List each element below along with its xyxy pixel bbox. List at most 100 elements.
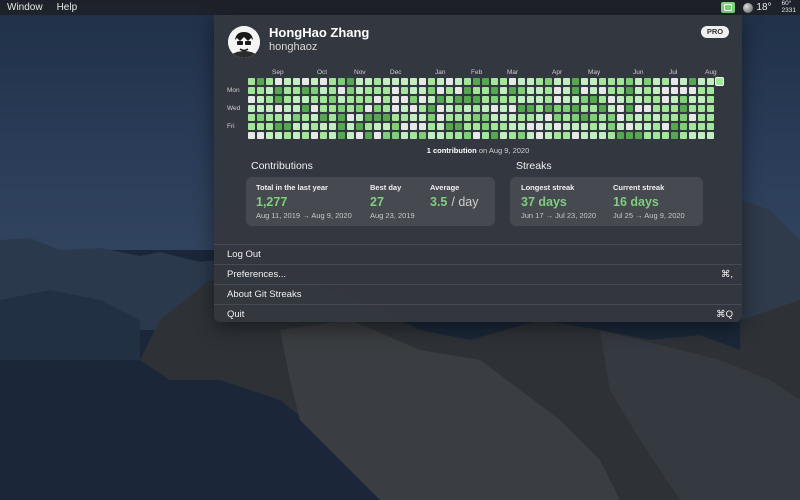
- contribution-day-cell[interactable]: [437, 114, 444, 121]
- contribution-day-cell[interactable]: [374, 87, 381, 94]
- contribution-day-cell[interactable]: [419, 105, 426, 112]
- contribution-day-cell[interactable]: [662, 105, 669, 112]
- contribution-day-cell[interactable]: [329, 96, 336, 103]
- menu-item-about[interactable]: About Git Streaks: [214, 284, 742, 303]
- contribution-day-cell[interactable]: [680, 123, 687, 130]
- contribution-day-cell[interactable]: [365, 114, 372, 121]
- contribution-day-cell[interactable]: [626, 114, 633, 121]
- contribution-day-cell[interactable]: [257, 105, 264, 112]
- contribution-day-cell[interactable]: [500, 87, 507, 94]
- contribution-day-cell[interactable]: [329, 78, 336, 85]
- contribution-day-cell[interactable]: [671, 87, 678, 94]
- contribution-day-cell[interactable]: [545, 78, 552, 85]
- contribution-day-cell[interactable]: [338, 78, 345, 85]
- contribution-day-cell[interactable]: [356, 105, 363, 112]
- contribution-day-cell[interactable]: [293, 96, 300, 103]
- contribution-day-cell[interactable]: [338, 96, 345, 103]
- contribution-day-cell[interactable]: [338, 132, 345, 139]
- contribution-day-cell[interactable]: [599, 105, 606, 112]
- contribution-day-cell[interactable]: [554, 123, 561, 130]
- contribution-day-cell[interactable]: [455, 87, 462, 94]
- contribution-day-cell[interactable]: [275, 87, 282, 94]
- contribution-day-cell[interactable]: [509, 96, 516, 103]
- contribution-day-cell[interactable]: [518, 105, 525, 112]
- contribution-day-cell[interactable]: [473, 105, 480, 112]
- contribution-day-cell[interactable]: [401, 132, 408, 139]
- contribution-day-cell[interactable]: [581, 78, 588, 85]
- contribution-day-cell[interactable]: [635, 78, 642, 85]
- contribution-day-cell[interactable]: [500, 123, 507, 130]
- contribution-day-cell[interactable]: [248, 87, 255, 94]
- contribution-day-cell[interactable]: [392, 87, 399, 94]
- contribution-day-cell[interactable]: [500, 96, 507, 103]
- contribution-day-cell[interactable]: [563, 105, 570, 112]
- contribution-day-cell[interactable]: [428, 123, 435, 130]
- contribution-day-cell[interactable]: [365, 132, 372, 139]
- contribution-day-cell[interactable]: [527, 96, 534, 103]
- contribution-day-cell[interactable]: [545, 132, 552, 139]
- contribution-day-cell[interactable]: [302, 123, 309, 130]
- contribution-day-cell[interactable]: [653, 78, 660, 85]
- contribution-day-cell[interactable]: [662, 132, 669, 139]
- contribution-day-cell[interactable]: [473, 78, 480, 85]
- contribution-day-cell[interactable]: [653, 123, 660, 130]
- contribution-day-cell[interactable]: [266, 105, 273, 112]
- contribution-day-cell[interactable]: [482, 96, 489, 103]
- contribution-day-cell[interactable]: [383, 123, 390, 130]
- contribution-day-cell[interactable]: [500, 78, 507, 85]
- contribution-day-cell[interactable]: [293, 87, 300, 94]
- contribution-day-cell[interactable]: [356, 132, 363, 139]
- contribution-day-cell[interactable]: [545, 114, 552, 121]
- contribution-day-cell[interactable]: [608, 132, 615, 139]
- contribution-day-cell[interactable]: [392, 105, 399, 112]
- contribution-day-cell[interactable]: [473, 114, 480, 121]
- contribution-day-cell[interactable]: [437, 123, 444, 130]
- contribution-day-cell[interactable]: [482, 105, 489, 112]
- contribution-day-cell[interactable]: [257, 114, 264, 121]
- contribution-day-cell[interactable]: [419, 123, 426, 130]
- contribution-day-cell[interactable]: [536, 87, 543, 94]
- contribution-day-cell[interactable]: [428, 132, 435, 139]
- contribution-day-cell[interactable]: [365, 105, 372, 112]
- contribution-day-cell[interactable]: [275, 123, 282, 130]
- menu-item-quit[interactable]: Quit ⌘Q: [214, 304, 742, 323]
- contribution-day-cell[interactable]: [509, 87, 516, 94]
- contribution-day-cell[interactable]: [536, 132, 543, 139]
- contribution-day-cell[interactable]: [608, 105, 615, 112]
- contribution-day-cell[interactable]: [527, 123, 534, 130]
- contribution-day-cell[interactable]: [275, 96, 282, 103]
- contribution-day-cell[interactable]: [311, 123, 318, 130]
- contribution-day-cell[interactable]: [410, 123, 417, 130]
- contribution-day-cell[interactable]: [410, 87, 417, 94]
- contribution-day-cell[interactable]: [293, 105, 300, 112]
- contribution-day-cell[interactable]: [428, 114, 435, 121]
- contribution-day-cell[interactable]: [482, 114, 489, 121]
- contribution-day-cell[interactable]: [500, 105, 507, 112]
- contribution-day-cell[interactable]: [293, 114, 300, 121]
- contribution-day-cell[interactable]: [518, 87, 525, 94]
- contribution-day-cell[interactable]: [644, 78, 651, 85]
- contribution-day-cell[interactable]: [410, 96, 417, 103]
- contribution-day-cell[interactable]: [284, 132, 291, 139]
- contribution-day-cell[interactable]: [311, 105, 318, 112]
- contribution-day-cell[interactable]: [455, 96, 462, 103]
- weather-globe-icon[interactable]: [743, 2, 754, 13]
- contribution-day-cell[interactable]: [347, 123, 354, 130]
- contribution-day-cell[interactable]: [419, 87, 426, 94]
- contribution-day-cell[interactable]: [626, 96, 633, 103]
- contribution-day-cell[interactable]: [473, 96, 480, 103]
- contribution-day-cell[interactable]: [689, 78, 696, 85]
- contribution-day-cell[interactable]: [419, 132, 426, 139]
- contribution-day-cell[interactable]: [491, 96, 498, 103]
- contribution-day-cell[interactable]: [482, 87, 489, 94]
- contribution-day-cell[interactable]: [707, 105, 714, 112]
- contribution-day-cell[interactable]: [329, 87, 336, 94]
- contribution-day-cell[interactable]: [608, 123, 615, 130]
- contribution-day-cell[interactable]: [662, 78, 669, 85]
- contribution-day-cell[interactable]: [482, 78, 489, 85]
- contribution-day-cell[interactable]: [715, 77, 724, 86]
- contribution-day-cell[interactable]: [473, 87, 480, 94]
- contribution-day-cell[interactable]: [383, 132, 390, 139]
- contribution-day-cell[interactable]: [320, 87, 327, 94]
- contribution-day-cell[interactable]: [401, 114, 408, 121]
